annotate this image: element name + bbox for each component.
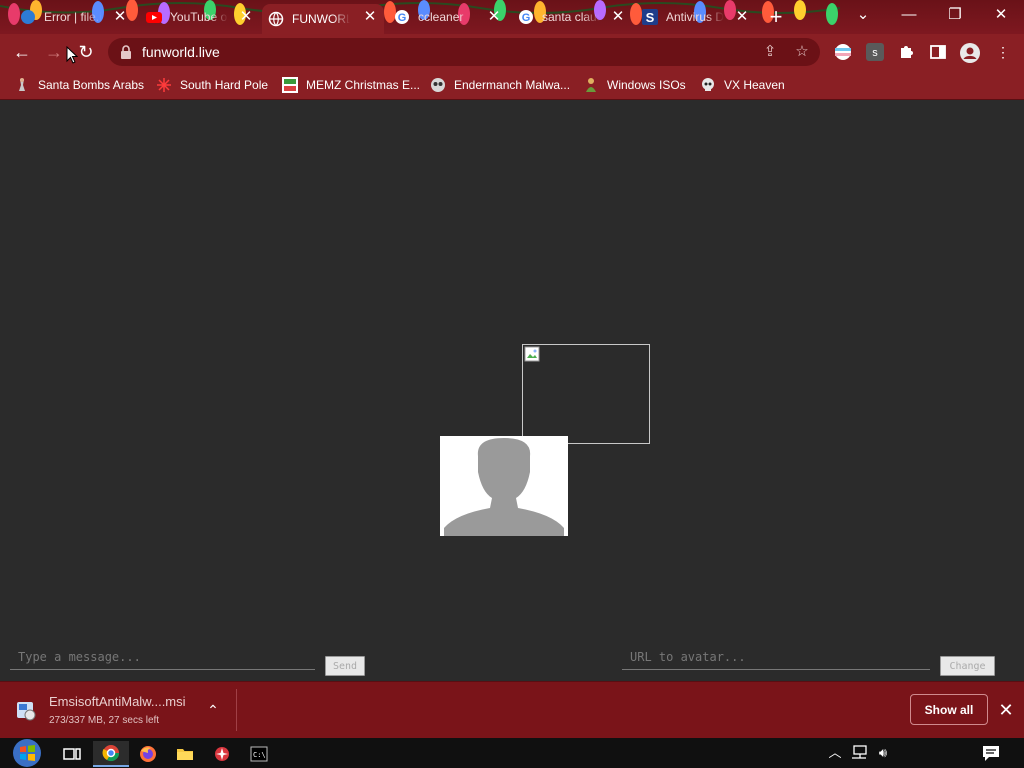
tab-title: santa claus xyxy=(542,10,600,24)
windows-orb-icon xyxy=(13,739,41,767)
avatar-url-input[interactable] xyxy=(622,644,930,670)
tab-close-icon[interactable]: ✕ xyxy=(610,9,626,25)
tab-close-icon[interactable]: ✕ xyxy=(734,9,750,25)
mouse-cursor-icon xyxy=(66,46,78,64)
broken-image-icon xyxy=(524,346,540,362)
chevron-up-icon[interactable]: ⌃ xyxy=(204,701,222,719)
bookmark-label: Endermanch Malwa... xyxy=(454,78,571,92)
tab-title: YouTube o xyxy=(170,10,228,24)
notification-center-icon[interactable] xyxy=(980,743,1002,763)
bookmark-memz-christmas[interactable]: MEMZ Christmas E... xyxy=(282,76,420,94)
tray-overflow-chevron-icon[interactable]: ︿ xyxy=(826,744,844,762)
network-icon[interactable] xyxy=(850,744,868,762)
snowflake-icon xyxy=(156,77,172,93)
extension-s-icon[interactable]: s xyxy=(866,43,884,61)
lock-icon[interactable] xyxy=(120,45,132,59)
svg-text:G: G xyxy=(522,12,531,24)
start-button[interactable] xyxy=(8,738,46,768)
download-filename[interactable]: EmsisoftAntiMalw....msi xyxy=(49,694,186,709)
side-panel-icon[interactable] xyxy=(929,43,947,61)
msi-file-icon xyxy=(17,702,36,721)
show-all-button[interactable]: Show all xyxy=(910,694,988,725)
more-menu-icon[interactable]: ⋮ xyxy=(994,43,1012,61)
bookmark-windows-isos[interactable]: Windows ISOs xyxy=(583,76,686,94)
extension-flag-icon[interactable] xyxy=(834,43,852,61)
download-separator xyxy=(236,689,237,731)
close-download-shelf-icon[interactable]: ✕ xyxy=(996,700,1016,720)
taskbar-chrome-icon[interactable] xyxy=(93,741,129,767)
tab-close-icon[interactable]: ✕ xyxy=(238,9,254,25)
back-icon[interactable]: ← xyxy=(12,42,32,62)
bookmark-label: Santa Bombs Arabs xyxy=(38,78,145,92)
tab-strip: Error | file.io ✕ YouTube o ✕ FUNWORLD ✕… xyxy=(0,0,1024,34)
bookmark-label: Windows ISOs xyxy=(607,78,686,92)
tab-ccleaner[interactable]: G ccleaner ✕ xyxy=(388,4,508,30)
owl-icon xyxy=(430,77,446,93)
profile-avatar-icon[interactable] xyxy=(960,43,980,63)
tab-title: Error | file.io xyxy=(44,10,102,24)
close-window-icon[interactable]: ✕ xyxy=(978,0,1024,30)
volume-icon[interactable]: 🔊︎ xyxy=(874,744,892,762)
forward-icon[interactable]: → xyxy=(44,42,64,62)
bookmark-label: MEMZ Christmas E... xyxy=(306,78,421,92)
svg-text:s: s xyxy=(872,47,878,59)
default-avatar-image xyxy=(440,436,568,536)
bookmark-label: VX Heaven xyxy=(724,78,785,92)
bookmark-star-icon[interactable]: ☆ xyxy=(794,44,810,60)
google-icon: G xyxy=(518,9,534,25)
share-icon[interactable]: ⇪ xyxy=(762,44,778,60)
tab-close-icon[interactable]: ✕ xyxy=(486,9,502,25)
download-shelf: EmsisoftAntiMalw....msi 273/337 MB, 27 s… xyxy=(0,681,1024,738)
task-view-icon[interactable] xyxy=(54,741,90,767)
tab-close-icon[interactable]: ✕ xyxy=(112,9,128,25)
restore-icon[interactable]: ❐ xyxy=(932,0,978,30)
change-avatar-button[interactable]: Change xyxy=(940,656,995,676)
reload-icon[interactable]: ↻ xyxy=(76,42,96,62)
tab-youtube[interactable]: YouTube o ✕ xyxy=(140,4,260,30)
taskbar-file-explorer-icon[interactable] xyxy=(167,741,203,767)
bookmark-south-hard-pole[interactable]: South Hard Pole xyxy=(156,76,268,94)
svg-text:G: G xyxy=(398,12,407,24)
svg-text:S: S xyxy=(646,10,655,25)
address-bar[interactable]: funworld.live ⇪ ☆ xyxy=(108,38,820,66)
tab-funworld[interactable]: FUNWORLD ✕ xyxy=(262,4,384,34)
taskbar-command-prompt-icon[interactable]: C:\ xyxy=(241,741,277,767)
url-text[interactable]: funworld.live xyxy=(142,44,220,60)
send-button[interactable]: Send xyxy=(325,656,365,676)
extensions-puzzle-icon[interactable] xyxy=(898,43,916,61)
svg-text:C:\: C:\ xyxy=(253,751,266,759)
bookmark-vx-heaven[interactable]: VX Heaven xyxy=(700,76,785,94)
s-logo-icon: S xyxy=(642,9,658,25)
google-icon: G xyxy=(394,9,410,25)
tab-search-chevron-icon[interactable]: ⌄ xyxy=(840,0,886,30)
man-icon xyxy=(583,77,599,93)
tab-file-io[interactable]: Error | file.io ✕ xyxy=(14,4,134,30)
youtube-icon xyxy=(146,9,162,25)
bookmark-endermanch-malware[interactable]: Endermanch Malwa... xyxy=(430,76,570,94)
taskbar-firefox-icon[interactable] xyxy=(130,741,166,767)
santa-icon xyxy=(14,77,30,93)
message-input[interactable] xyxy=(10,644,315,670)
file-io-icon xyxy=(20,9,36,25)
tab-antivirus[interactable]: S Antivirus D ✕ xyxy=(636,4,756,30)
skull-icon xyxy=(700,77,716,93)
minimize-icon[interactable]: — xyxy=(886,0,932,30)
download-status: 273/337 MB, 27 secs left xyxy=(49,715,160,726)
bookmarks-bar: Santa Bombs Arabs South Hard Pole MEMZ C… xyxy=(0,70,1024,100)
windows-taskbar: C:\ ︿ 🔊︎ xyxy=(0,738,1024,768)
tab-close-icon[interactable]: ✕ xyxy=(362,9,378,25)
bookmark-label: South Hard Pole xyxy=(180,78,269,92)
bookmark-santa-bombs-arabs[interactable]: Santa Bombs Arabs xyxy=(14,76,144,94)
globe-icon xyxy=(268,11,284,27)
tab-title: FUNWORLD xyxy=(292,12,350,26)
tab-santa-claus[interactable]: G santa claus ✕ xyxy=(512,4,632,30)
tab-title: ccleaner xyxy=(418,10,464,24)
broken-image xyxy=(522,344,650,444)
tab-title: Antivirus D xyxy=(666,10,724,24)
page-content: Send Change xyxy=(0,101,1024,681)
memz-icon xyxy=(282,77,298,93)
new-tab-icon[interactable]: + xyxy=(766,6,786,28)
browser-toolbar: ← → ↻ funworld.live ⇪ ☆ s ⋮ xyxy=(0,34,1024,70)
taskbar-red-app-icon[interactable] xyxy=(204,741,240,767)
